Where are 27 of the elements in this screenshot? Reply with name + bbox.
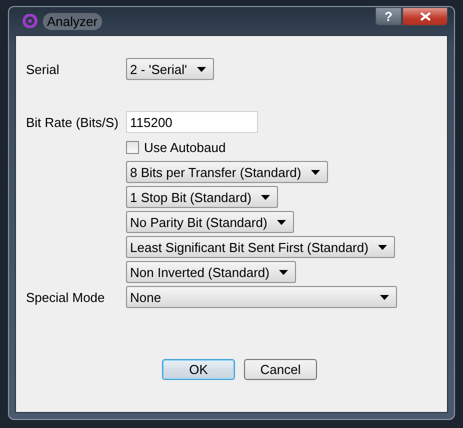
- dropdown[interactable]: None: [126, 286, 397, 308]
- help-button[interactable]: ?: [375, 7, 402, 26]
- dropdown[interactable]: Least Significant Bit Sent First (Standard): [126, 236, 396, 258]
- caret-icon: [378, 244, 388, 250]
- checkbox[interactable]: [126, 140, 139, 154]
- caret-icon: [261, 194, 270, 200]
- caret-icon: [279, 270, 288, 274]
- field-label: Special Mode: [26, 290, 105, 304]
- field-label: Serial: [26, 62, 60, 76]
- dialog-button[interactable]: OK: [162, 359, 235, 380]
- input-field[interactable]: 115200: [126, 111, 258, 133]
- dialog-button[interactable]: Cancel: [244, 359, 317, 380]
- caret-icon: [380, 294, 389, 300]
- caret-icon: [196, 66, 206, 72]
- dropdown[interactable]: 1 Stop Bit (Standard): [126, 186, 278, 208]
- close-icon: [420, 12, 430, 21]
- dropdown[interactable]: 8 Bits per Transfer (Standard): [126, 161, 328, 183]
- window-title: Analyzer: [43, 12, 102, 30]
- close-button[interactable]: [402, 7, 448, 26]
- dropdown[interactable]: No Parity Bit (Standard): [126, 211, 294, 233]
- dropdown[interactable]: Non Inverted (Standard): [126, 261, 296, 283]
- caret-icon: [311, 170, 320, 174]
- app-logo-icon: [22, 14, 38, 28]
- checkbox-label: Use Autobaud: [144, 140, 226, 154]
- dropdown[interactable]: 2 - 'Serial': [126, 58, 214, 80]
- field-label: Bit Rate (Bits/S): [26, 114, 118, 130]
- caret-icon: [277, 220, 286, 224]
